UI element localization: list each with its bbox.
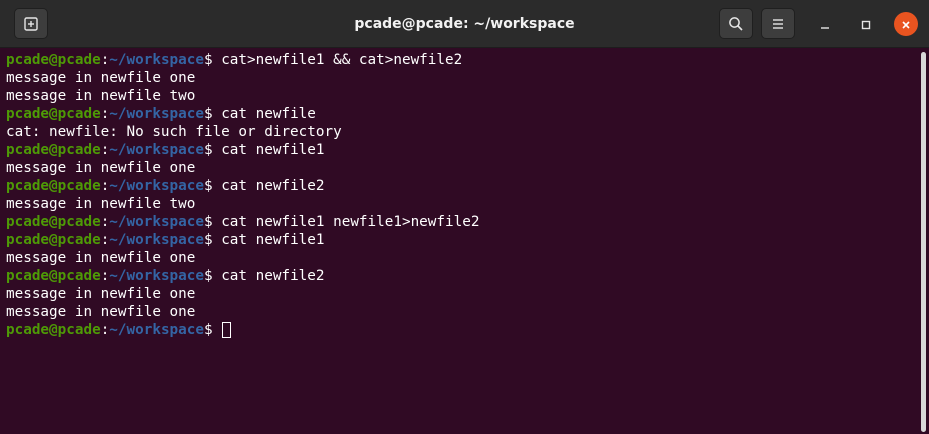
prompt-path: ~/workspace [109,52,204,68]
maximize-icon [861,15,871,34]
prompt-path: ~/workspace [109,106,204,122]
command-text: cat newfile2 [221,178,325,194]
prompt-user: pcade@pcade [6,232,101,248]
output-line: message in newfile one [6,304,196,320]
prompt-symbol: $ [203,268,222,284]
search-icon [728,16,744,32]
prompt-separator: : [100,52,110,68]
title-bar[interactable]: pcade@pcade: ~/workspace [0,0,929,48]
prompt-symbol: $ [203,142,222,158]
prompt-user: pcade@pcade [6,214,101,230]
output-line: cat: newfile: No such file or directory [6,124,342,140]
prompt-separator: : [100,322,110,338]
prompt-user: pcade@pcade [6,178,101,194]
menu-button[interactable] [761,8,795,39]
prompt-symbol: $ [203,322,222,338]
command-text: cat newfile1 [221,232,325,248]
prompt-separator: : [100,106,110,122]
prompt-user: pcade@pcade [6,142,101,158]
new-tab-icon [24,16,38,31]
prompt-line: pcade@pcade:~/workspace$ cat newfile1 [6,231,479,249]
prompt-separator: : [100,178,110,194]
prompt-symbol: $ [203,214,222,230]
command-text: cat newfile1 newfile1>newfile2 [221,214,480,230]
terminal-area[interactable]: pcade@pcade:~/workspace$ cat>newfile1 &&… [0,48,919,434]
prompt-line: pcade@pcade:~/workspace$ cat newfile2 [6,177,479,195]
output-line: message in newfile two [6,88,196,104]
output-line: message in newfile two [6,196,196,212]
terminal-output: pcade@pcade:~/workspace$ cat>newfile1 &&… [6,51,479,339]
new-tab-button[interactable] [14,8,48,39]
vertical-scrollbar[interactable] [919,48,929,434]
hamburger-menu-icon [772,18,784,30]
prompt-line: pcade@pcade:~/workspace$ cat newfile2 [6,267,479,285]
prompt-symbol: $ [203,178,222,194]
prompt-line: pcade@pcade:~/workspace$ cat newfile [6,105,479,123]
prompt-symbol: $ [203,106,222,122]
prompt-separator: : [100,142,110,158]
prompt-user: pcade@pcade [6,268,101,284]
command-text: cat newfile1 [221,142,325,158]
output-line: message in newfile one [6,286,196,302]
prompt-symbol: $ [203,52,222,68]
minimize-button[interactable] [813,12,837,36]
maximize-button[interactable] [854,12,878,36]
command-text: cat>newfile1 && cat>newfile2 [221,52,463,68]
output-line: message in newfile one [6,70,196,86]
prompt-line: pcade@pcade:~/workspace$ cat newfile1 ne… [6,213,479,231]
prompt-user: pcade@pcade [6,52,101,68]
search-button[interactable] [719,8,753,39]
minimize-icon [820,15,830,34]
scrollbar-thumb[interactable] [921,52,926,432]
prompt-line: pcade@pcade:~/workspace$ cat newfile1 [6,141,479,159]
command-text: cat newfile2 [221,268,325,284]
text-cursor [222,322,232,338]
prompt-path: ~/workspace [109,322,204,338]
prompt-user: pcade@pcade [6,106,101,122]
prompt-path: ~/workspace [109,268,204,284]
prompt-separator: : [100,214,110,230]
prompt-path: ~/workspace [109,142,204,158]
prompt-separator: : [100,232,110,248]
prompt-user: pcade@pcade [6,322,101,338]
prompt-separator: : [100,268,110,284]
prompt-path: ~/workspace [109,214,204,230]
prompt-path: ~/workspace [109,178,204,194]
output-line: message in newfile one [6,160,196,176]
terminal-window: pcade@pcade: ~/workspace pcade@pcade:~/w… [0,0,929,434]
close-icon [901,15,911,34]
output-line: message in newfile one [6,250,196,266]
prompt-symbol: $ [203,232,222,248]
prompt-line: pcade@pcade:~/workspace$ cat>newfile1 &&… [6,51,479,69]
prompt-line: pcade@pcade:~/workspace$ [6,321,479,339]
close-button[interactable] [894,12,918,36]
command-text: cat newfile [221,106,316,122]
prompt-path: ~/workspace [109,232,204,248]
